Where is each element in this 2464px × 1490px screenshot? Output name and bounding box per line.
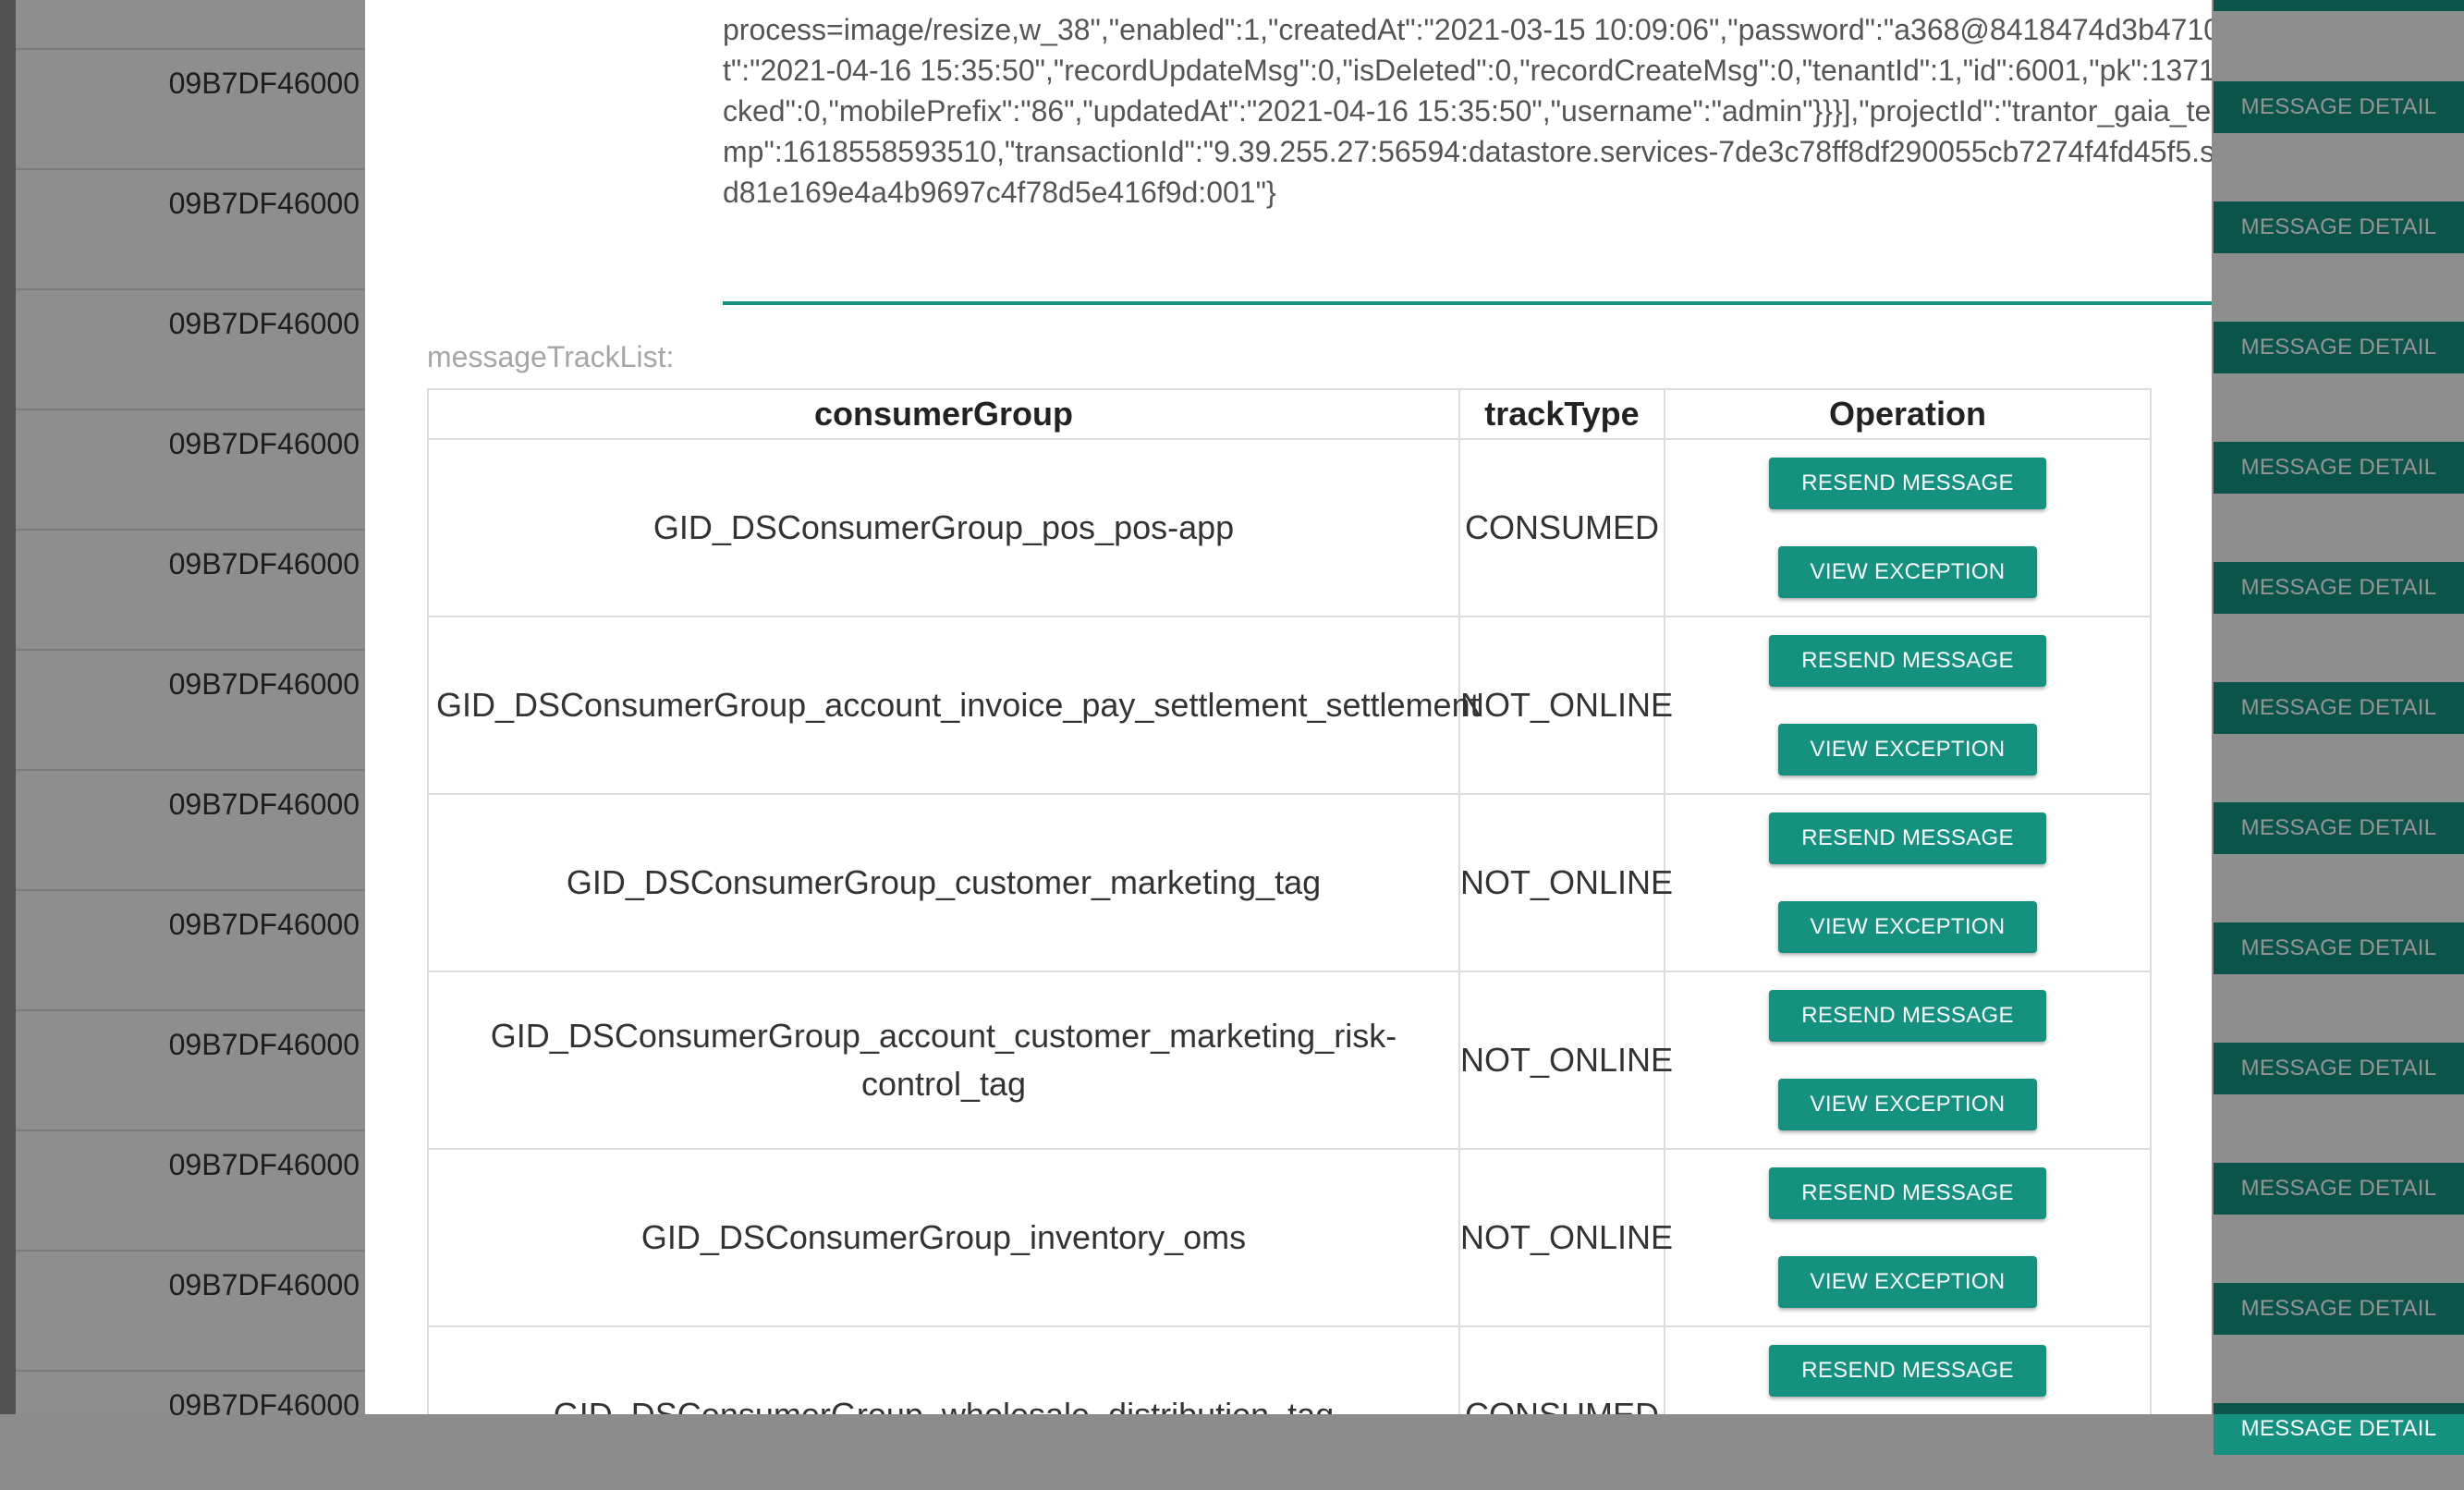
resend-message-button[interactable]: RESEND MESSAGE xyxy=(1769,1345,2046,1397)
resend-message-button[interactable]: RESEND MESSAGE xyxy=(1769,458,2046,509)
view-exception-button[interactable]: VIEW EXCEPTION xyxy=(1778,546,2037,598)
consumer-group-cell: GID_DSConsumerGroup_wholesale_distributi… xyxy=(427,1325,1460,1414)
table-row: GID_DSConsumerGroup_wholesale_distributi… xyxy=(427,1325,2152,1414)
table-row: GID_DSConsumerGroup_customer_marketing_t… xyxy=(427,793,2152,972)
operation-cell: RESEND MESSAGE VIEW EXCEPTION xyxy=(1664,971,2152,1150)
consumer-group-cell: GID_DSConsumerGroup_pos_pos-app xyxy=(427,438,1460,617)
table-row: GID_DSConsumerGroup_pos_pos-app CONSUMED R… xyxy=(427,438,2152,617)
operation-buttons: RESEND MESSAGE VIEW EXCEPTION xyxy=(1665,990,2150,1130)
resend-message-button[interactable]: RESEND MESSAGE xyxy=(1769,990,2046,1042)
operation-cell: RESEND MESSAGE VIEW EXCEPTION xyxy=(1664,438,2152,617)
table-row: GID_DSConsumerGroup_inventory_oms NOT_ONL… xyxy=(427,1148,2152,1327)
consumer-group-cell: GID_DSConsumerGroup_account_customer_mar… xyxy=(427,971,1460,1150)
header-operation: Operation xyxy=(1664,388,2152,440)
operation-buttons: RESEND MESSAGE VIEW EXCEPTION xyxy=(1665,635,2150,776)
header-consumer-group: consumerGroup xyxy=(427,388,1460,440)
consumer-group-cell: GID_DSConsumerGroup_account_invoice_pay_… xyxy=(427,616,1480,795)
consumer-group-cell: GID_DSConsumerGroup_inventory_oms xyxy=(427,1148,1460,1327)
operation-buttons: RESEND MESSAGE VIEW EXCEPTION xyxy=(1665,1167,2150,1308)
message-track-table: consumerGroup trackType Operation GID_DS… xyxy=(427,388,2152,1414)
resend-message-button[interactable]: RESEND MESSAGE xyxy=(1769,1167,2046,1219)
track-type-cell: CONSUMED xyxy=(1458,1325,1665,1414)
operation-cell: RESEND MESSAGEVIEW EXCEPTION xyxy=(1664,1325,2152,1414)
operation-cell: RESEND MESSAGE VIEW EXCEPTION xyxy=(1664,793,2152,972)
track-type-cell: NOT_ONLINE xyxy=(1458,971,1673,1150)
table-row: GID_DSConsumerGroup_account_customer_mar… xyxy=(427,971,2152,1150)
view-exception-button[interactable]: VIEW EXCEPTION xyxy=(1778,901,2037,953)
track-type-cell: NOT_ONLINE xyxy=(1458,616,1673,795)
view-exception-button[interactable]: VIEW EXCEPTION xyxy=(1778,1079,2037,1130)
track-type-cell: NOT_ONLINE xyxy=(1458,1148,1673,1327)
resend-message-button[interactable]: RESEND MESSAGE xyxy=(1769,812,2046,864)
view-exception-button[interactable]: VIEW EXCEPTION xyxy=(1778,1256,2037,1308)
message-track-list-label: messageTrackList: xyxy=(427,340,675,373)
message-detail-modal: process=image/resize,w_38","enabled":1,"… xyxy=(365,0,2212,1414)
view-exception-button[interactable]: VIEW EXCEPTION xyxy=(1778,724,2037,776)
textarea-underline xyxy=(723,301,2212,305)
table-row: GID_DSConsumerGroup_account_invoice_pay_… xyxy=(427,616,2152,795)
consumer-group-cell: GID_DSConsumerGroup_customer_marketing_t… xyxy=(427,793,1460,972)
table-header-row: consumerGroup trackType Operation xyxy=(427,388,2152,440)
header-track-type: trackType xyxy=(1458,388,1665,440)
track-type-cell: CONSUMED xyxy=(1458,438,1665,617)
track-type-cell: NOT_ONLINE xyxy=(1458,793,1673,972)
operation-cell: RESEND MESSAGE VIEW EXCEPTION xyxy=(1664,1148,2152,1327)
operation-buttons: RESEND MESSAGE VIEW EXCEPTION xyxy=(1665,458,2150,598)
operation-cell: RESEND MESSAGE VIEW EXCEPTION xyxy=(1664,616,2152,795)
operation-buttons: RESEND MESSAGEVIEW EXCEPTION xyxy=(1665,1345,2150,1414)
resend-message-button[interactable]: RESEND MESSAGE xyxy=(1769,635,2046,687)
message-body-textarea[interactable]: process=image/resize,w_38","enabled":1,"… xyxy=(723,9,2212,213)
operation-buttons: RESEND MESSAGE VIEW EXCEPTION xyxy=(1665,812,2150,953)
